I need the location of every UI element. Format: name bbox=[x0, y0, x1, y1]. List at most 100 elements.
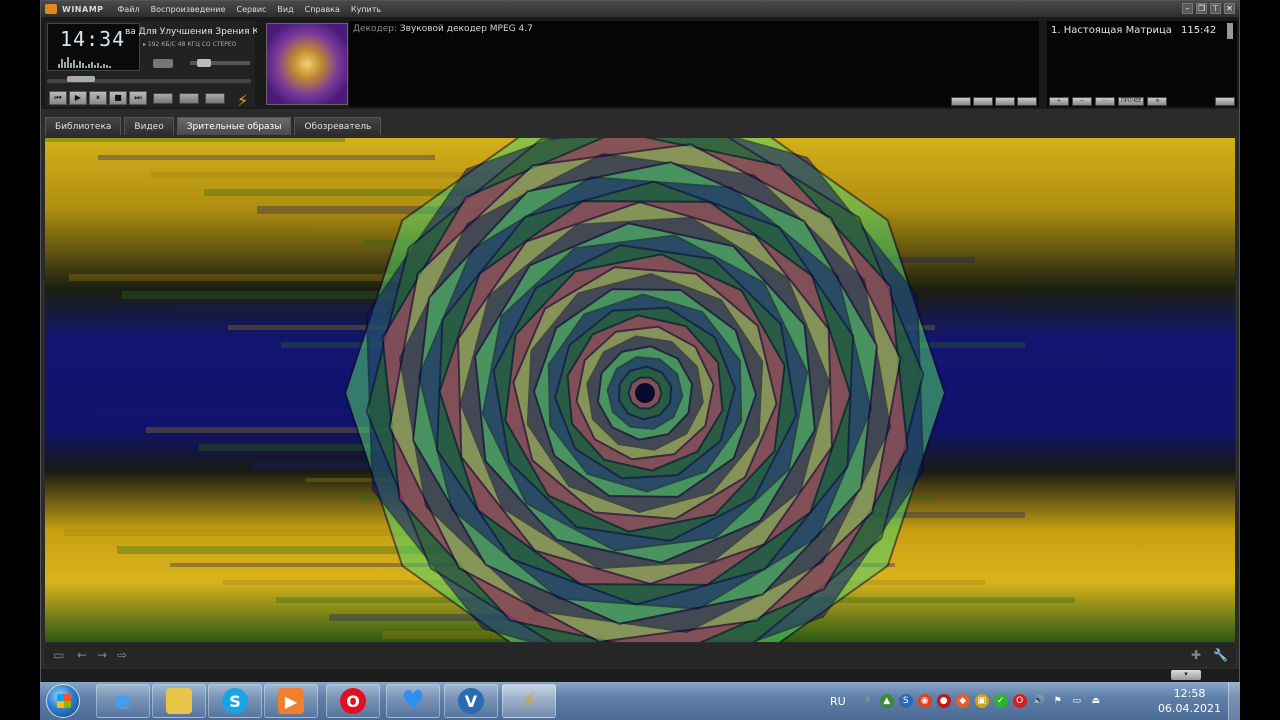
playlist-remove-button[interactable]: − bbox=[1072, 97, 1092, 106]
playlist-options-button[interactable] bbox=[1215, 97, 1235, 106]
playlist-misc-button[interactable]: ПРОЧЕЕ bbox=[1118, 97, 1145, 106]
playlist-select-button[interactable]: ⋯ bbox=[1095, 97, 1115, 106]
tab-visualization[interactable]: Зрительные образы bbox=[176, 117, 292, 135]
tray-monitor-icon[interactable]: ▭ bbox=[1070, 694, 1084, 708]
stop-button[interactable]: ■ bbox=[109, 91, 127, 105]
winamp-logo-icon bbox=[45, 4, 57, 14]
restore-button[interactable]: ❐ bbox=[1196, 3, 1207, 14]
next-button[interactable]: ⏭ bbox=[129, 91, 147, 105]
menu-help[interactable]: Справка bbox=[305, 5, 340, 14]
tab-bar: Библиотека Видео Зрительные образы Обозр… bbox=[45, 117, 382, 135]
pin-button[interactable]: ⊤ bbox=[1210, 3, 1221, 14]
tray-chrome-icon[interactable]: ◉ bbox=[917, 694, 932, 708]
taskbar-explorer[interactable] bbox=[152, 684, 206, 718]
taskbar-v-app[interactable]: V bbox=[444, 684, 498, 718]
album-art bbox=[266, 23, 348, 105]
tray-check-icon[interactable]: ✓ bbox=[993, 694, 1008, 708]
info-button[interactable] bbox=[951, 97, 971, 106]
clock-time: 12:58 bbox=[1173, 687, 1206, 700]
tray-winamp-icon[interactable]: ⚡ bbox=[861, 694, 875, 708]
transport-controls: ⏮ ▶ ⏸ ■ ⏭ bbox=[49, 91, 147, 105]
menu-view[interactable]: Вид bbox=[277, 5, 293, 14]
media-player-icon: ▶ bbox=[278, 688, 304, 714]
previous-button[interactable]: ⏮ bbox=[49, 91, 67, 105]
shuffle-button[interactable] bbox=[179, 93, 199, 104]
opera-icon: O bbox=[340, 688, 366, 714]
pause-button[interactable]: ⏸ bbox=[89, 91, 107, 105]
elapsed-time: 14:34 bbox=[60, 27, 126, 51]
tray-network-icon[interactable]: ▲ bbox=[879, 694, 894, 708]
taskbar-opera[interactable]: O bbox=[326, 684, 380, 718]
fullscreen-icon[interactable]: ▭ bbox=[53, 648, 64, 662]
windows-logo-icon bbox=[57, 694, 71, 708]
playlist-item-duration: 115:42 bbox=[1181, 25, 1217, 36]
play-button[interactable]: ▶ bbox=[69, 91, 87, 105]
playlist-list-button[interactable]: ≡ bbox=[1147, 97, 1168, 106]
popout-icon[interactable]: ⇨ bbox=[117, 648, 127, 662]
taskbar-media-player[interactable]: ▶ bbox=[264, 684, 318, 718]
search-button[interactable] bbox=[973, 97, 993, 106]
visualization-toolbar: ▭ ← → ⇨ ✚ 🔧 bbox=[45, 643, 1235, 667]
language-indicator[interactable]: RU bbox=[830, 695, 846, 708]
tray-package-icon[interactable]: ▣ bbox=[974, 694, 989, 708]
forward-arrow-icon[interactable]: → bbox=[97, 648, 107, 662]
tray-skype-icon[interactable]: S bbox=[898, 694, 913, 708]
decoder-label: Декодер: bbox=[353, 24, 398, 34]
volume-knob[interactable] bbox=[197, 59, 211, 67]
visualization-canvas[interactable] bbox=[45, 138, 1235, 642]
balance-button[interactable] bbox=[153, 59, 173, 68]
winamp-window: WINAMP Файл Воспроизведение Сервис Вид С… bbox=[40, 0, 1240, 682]
playlist-item[interactable]: 1. Настоящая Матрица Га... bbox=[1051, 25, 1175, 36]
tray-flag-icon[interactable]: ⚑ bbox=[1051, 694, 1065, 708]
playlist-buttons: + − ⋯ ПРОЧЕЕ ≡ bbox=[1049, 97, 1168, 106]
back-arrow-icon[interactable]: ← bbox=[77, 648, 87, 662]
panel-toggle-button[interactable] bbox=[995, 97, 1015, 106]
tray-volume-icon[interactable]: 🔊 bbox=[1032, 694, 1046, 708]
system-tray: RU ⚡ ▲ S ◉ ● ◆ ▣ ✓ O 🔊 ⚑ ▭ ⏏ bbox=[830, 682, 1103, 720]
tab-library[interactable]: Библиотека bbox=[45, 117, 122, 135]
menu-playback[interactable]: Воспроизведение bbox=[151, 5, 226, 14]
info-panel-buttons bbox=[951, 97, 1037, 106]
tray-app-icon[interactable]: ◆ bbox=[955, 694, 970, 708]
minimize-button[interactable]: – bbox=[1182, 3, 1193, 14]
window-controls: – ❐ ⊤ ✕ bbox=[1182, 3, 1235, 14]
title-bar[interactable]: WINAMP Файл Воспроизведение Сервис Вид С… bbox=[41, 1, 1239, 17]
tray-usb-icon[interactable]: ⏏ bbox=[1089, 694, 1103, 708]
tab-video[interactable]: Видео bbox=[124, 117, 174, 135]
status-strip: ▾ bbox=[41, 669, 1239, 682]
playlist-add-button[interactable]: + bbox=[1049, 97, 1069, 106]
plugin-icon[interactable]: ✚ bbox=[1191, 648, 1201, 662]
skype-icon: S bbox=[222, 688, 248, 714]
eject-button[interactable] bbox=[153, 93, 173, 104]
decoder-info: Декодер: Звуковой декодер MPEG 4.7 bbox=[353, 24, 533, 34]
settings-wrench-icon[interactable]: 🔧 bbox=[1213, 648, 1228, 662]
song-title-scroll: ва Для Улучшения Зрения К bbox=[125, 27, 257, 37]
taskbar-heart-app[interactable]: ♥ bbox=[386, 684, 440, 718]
menu-file[interactable]: Файл bbox=[118, 5, 140, 14]
taskbar-clock[interactable]: 12:58 06.04.2021 bbox=[1158, 686, 1221, 716]
playlist-panel: 1. Настоящая Матрица Га... 115:42 + − ⋯ … bbox=[1047, 21, 1237, 107]
winamp-lightning-icon: ⚡ bbox=[521, 688, 537, 714]
seek-knob[interactable] bbox=[67, 76, 95, 82]
taskbar-winamp[interactable]: ⚡ bbox=[502, 684, 556, 718]
panel-expand-button[interactable] bbox=[1017, 97, 1037, 106]
show-desktop-button[interactable] bbox=[1228, 682, 1240, 720]
visualization-spiral bbox=[45, 138, 1115, 642]
playlist-scrollbar[interactable] bbox=[1227, 23, 1233, 39]
repeat-button[interactable] bbox=[205, 93, 225, 104]
bitrate-info: ▸ 192 КБ/С 48 КГЦ CO СТЕРЕО bbox=[143, 41, 237, 48]
tab-browser[interactable]: Обозреватель bbox=[294, 117, 382, 135]
menu-buy[interactable]: Купить bbox=[351, 5, 381, 14]
lightning-icon[interactable]: ⚡ bbox=[237, 91, 248, 110]
spectrum-analyzer bbox=[58, 56, 138, 68]
tray-record-icon[interactable]: ● bbox=[936, 694, 951, 708]
taskbar-ie[interactable]: e bbox=[96, 684, 150, 718]
collapse-grip-icon[interactable]: ▾ bbox=[1171, 670, 1201, 680]
start-button[interactable] bbox=[46, 684, 80, 718]
tray-opera-icon[interactable]: O bbox=[1012, 694, 1027, 708]
taskbar: e S ▶ O ♥ V ⚡ RU ⚡ ▲ S ◉ ● ◆ ▣ ✓ O 🔊 ⚑ ▭… bbox=[40, 682, 1240, 720]
taskbar-skype[interactable]: S bbox=[208, 684, 262, 718]
decoder-value: Звуковой декодер MPEG 4.7 bbox=[399, 24, 533, 34]
menu-tools[interactable]: Сервис bbox=[237, 5, 267, 14]
close-button[interactable]: ✕ bbox=[1224, 3, 1235, 14]
